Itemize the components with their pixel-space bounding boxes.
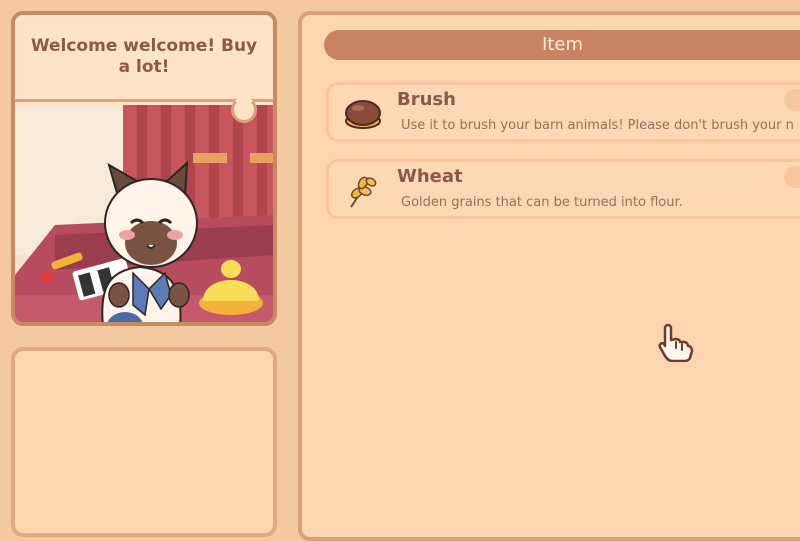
- secondary-panel: [11, 347, 277, 537]
- item-panel-header: Item: [324, 30, 800, 60]
- pointing-hand-cursor-icon: [658, 323, 694, 362]
- item-toggle[interactable]: [784, 166, 800, 188]
- item-name: Brush: [397, 89, 456, 110]
- item-header-label: Item: [542, 34, 583, 55]
- wheat-icon: [350, 176, 377, 208]
- brush-icon: [345, 100, 381, 129]
- speech-text: Welcome welcome! Buy a lot!: [30, 36, 258, 77]
- item-toggle[interactable]: [784, 89, 800, 111]
- speech-bubble: Welcome welcome! Buy a lot!: [15, 15, 273, 102]
- item-description: Golden grains that can be turned into fl…: [401, 195, 683, 210]
- speech-bubble-tail: [231, 97, 257, 123]
- shopkeeper-card: Welcome welcome! Buy a lot!: [11, 11, 277, 326]
- item-row-brush[interactable]: Brush Use it to brush your barn animals!…: [326, 82, 800, 142]
- item-row-wheat[interactable]: Wheat Golden grains that can be turned i…: [326, 159, 800, 219]
- item-name: Wheat: [397, 166, 463, 187]
- item-description: Use it to brush your barn animals! Pleas…: [401, 118, 794, 133]
- shopkeeper-scene: [15, 105, 273, 322]
